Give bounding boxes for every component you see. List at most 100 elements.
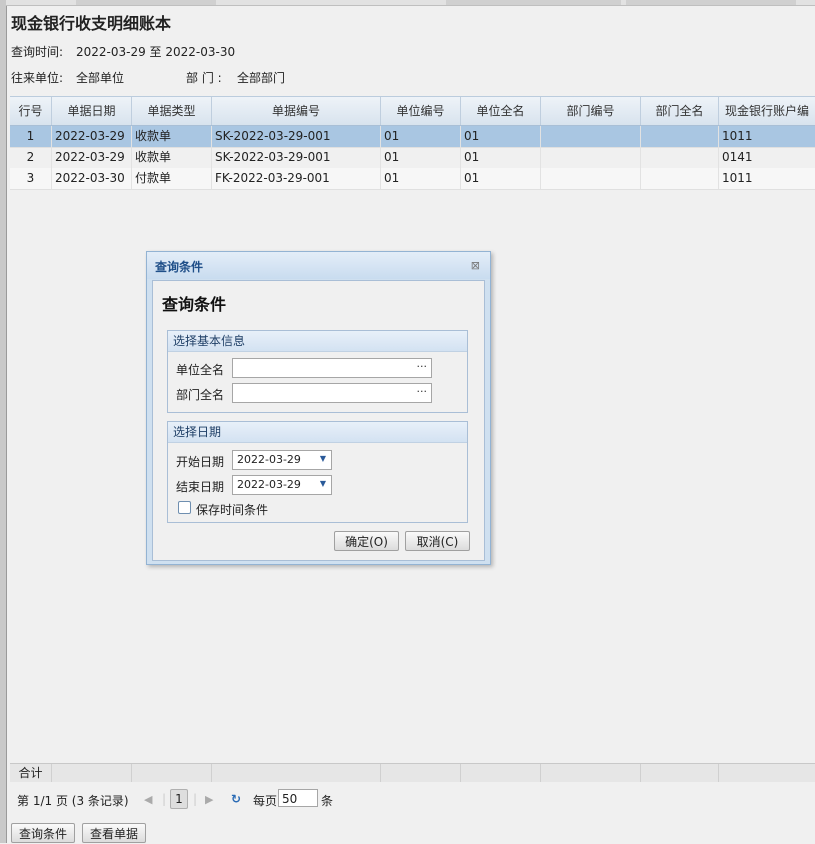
dept-name-input[interactable]: ··· <box>232 383 432 403</box>
pager: 第 1/1 页 (3 条记录) ◀ | 1 | ▶ ↻ 每页 50 条 <box>10 786 815 814</box>
cell-dept-code <box>541 168 641 189</box>
unit-name-input[interactable]: ··· <box>232 358 432 378</box>
cell-doc-date: 2022-03-30 <box>52 168 132 189</box>
cell-doc-date: 2022-03-29 <box>52 147 132 168</box>
sum-cell <box>212 764 381 782</box>
sum-cell <box>381 764 461 782</box>
header-doc-date[interactable]: 单据日期 <box>52 97 132 125</box>
cell-row-number: 1 <box>10 126 52 147</box>
end-date-picker[interactable]: 2022-03-29 ▼ <box>232 475 332 495</box>
start-date-value: 2022-03-29 <box>237 453 301 466</box>
cell-doc-type: 收款单 <box>132 126 212 147</box>
sum-cell <box>52 764 132 782</box>
more-icon[interactable]: ··· <box>417 385 428 398</box>
save-time-checkbox[interactable] <box>178 501 191 514</box>
tab-2[interactable] <box>446 0 621 5</box>
more-icon[interactable]: ··· <box>417 360 428 373</box>
first-page-icon[interactable]: ◀ <box>144 793 152 806</box>
cell-doc-number: SK-2022-03-29-001 <box>212 147 381 168</box>
dept-name-label: 部门全名 <box>176 388 225 402</box>
dialog-heading: 查询条件 <box>162 295 227 314</box>
tab-1[interactable] <box>76 0 216 5</box>
top-tab-strip <box>6 0 815 6</box>
sum-cell <box>541 764 641 782</box>
header-unit-name[interactable]: 单位全名 <box>461 97 541 125</box>
cell-dept-code <box>541 126 641 147</box>
cell-dept-code <box>541 147 641 168</box>
cell-row-number: 2 <box>10 147 52 168</box>
sum-label: 合计 <box>10 764 52 782</box>
query-dialog: 查询条件 ⊠ 查询条件 选择基本信息 单位全名 ··· 部门全名 ··· 选择日… <box>146 251 491 565</box>
unit-label: 往来单位: <box>11 71 64 85</box>
cell-account: 1011 <box>722 129 753 143</box>
cell-doc-date: 2022-03-29 <box>52 126 132 147</box>
cell-account: 1011 <box>722 171 753 185</box>
save-time-label: 保存时间条件 <box>196 503 269 517</box>
cell-unit-code: 01 <box>381 126 461 147</box>
header-dept-name[interactable]: 部门全名 <box>641 97 719 125</box>
separator: | <box>193 792 198 806</box>
header-unit-code[interactable]: 单位编号 <box>381 97 461 125</box>
cell-dept-name <box>641 168 719 189</box>
cell-account: 0141 <box>722 150 753 164</box>
header-doc-type[interactable]: 单据类型 <box>132 97 212 125</box>
chevron-down-icon[interactable]: ▼ <box>320 479 326 488</box>
cell-dept-name <box>641 126 719 147</box>
cell-row-number: 3 <box>10 168 52 189</box>
start-date-label: 开始日期 <box>176 455 225 469</box>
query-time-value: 2022-03-29 至 2022-03-30 <box>76 45 236 59</box>
cell-dept-name <box>641 147 719 168</box>
per-page-input[interactable]: 50 <box>278 789 318 807</box>
cell-doc-number: FK-2022-03-29-001 <box>212 168 381 189</box>
separator: | <box>162 792 167 806</box>
next-page-icon[interactable]: ▶ <box>205 793 213 806</box>
header-account[interactable]: 现金银行账户编 <box>719 97 815 125</box>
cell-unit-name: 01 <box>461 126 541 147</box>
refresh-icon[interactable]: ↻ <box>231 792 241 806</box>
sum-row: 合计 <box>10 763 815 782</box>
sum-cell <box>641 764 719 782</box>
sum-cell <box>132 764 212 782</box>
end-date-value: 2022-03-29 <box>237 478 301 491</box>
grid-header: 行号 单据日期 单据类型 单据编号 单位编号 单位全名 部门编号 部门全名 现金… <box>10 97 815 126</box>
cell-doc-number: SK-2022-03-29-001 <box>212 126 381 147</box>
per-page-unit: 条 <box>321 794 334 808</box>
cell-unit-code: 01 <box>381 147 461 168</box>
date-section-title: 选择日期 <box>168 422 467 443</box>
query-time-label: 查询时间: <box>11 45 64 59</box>
cancel-button[interactable]: 取消(C) <box>405 531 470 551</box>
window-left-border <box>0 0 7 843</box>
cell-doc-type: 收款单 <box>132 147 212 168</box>
dialog-title-bar[interactable]: 查询条件 ⊠ <box>147 252 490 279</box>
unit-value: 全部单位 <box>76 71 125 85</box>
table-row[interactable]: 1 2022-03-29 收款单 SK-2022-03-29-001 01 01… <box>10 126 815 148</box>
header-dept-code[interactable]: 部门编号 <box>541 97 641 125</box>
page-info: 第 1/1 页 (3 条记录) <box>17 794 129 808</box>
cell-doc-type: 付款单 <box>132 168 212 189</box>
header-row-number[interactable]: 行号 <box>10 97 52 125</box>
end-date-label: 结束日期 <box>176 480 225 494</box>
view-document-button[interactable]: 查看单据 <box>82 823 146 843</box>
date-fieldset: 选择日期 开始日期 2022-03-29 ▼ 结束日期 2022-03-29 ▼… <box>167 421 468 523</box>
query-conditions-button[interactable]: 查询条件 <box>11 823 75 843</box>
table-row[interactable]: 2 2022-03-29 收款单 SK-2022-03-29-001 01 01… <box>10 147 815 169</box>
per-page-label: 每页 <box>253 794 278 808</box>
cell-unit-name: 01 <box>461 147 541 168</box>
start-date-picker[interactable]: 2022-03-29 ▼ <box>232 450 332 470</box>
dept-value: 全部部门 <box>237 71 286 85</box>
close-icon[interactable]: ⊠ <box>471 259 480 272</box>
header-doc-number[interactable]: 单据编号 <box>212 97 381 125</box>
tab-3[interactable] <box>626 0 796 5</box>
basic-info-section-title: 选择基本信息 <box>168 331 467 352</box>
dialog-body: 查询条件 选择基本信息 单位全名 ··· 部门全名 ··· 选择日期 开始日期 … <box>152 280 485 561</box>
unit-name-label: 单位全名 <box>176 363 225 377</box>
table-row[interactable]: 3 2022-03-30 付款单 FK-2022-03-29-001 01 01… <box>10 168 815 190</box>
cell-unit-name: 01 <box>461 168 541 189</box>
cell-unit-code: 01 <box>381 168 461 189</box>
ok-button[interactable]: 确定(O) <box>334 531 399 551</box>
current-page-button[interactable]: 1 <box>170 789 188 809</box>
dept-label: 部 门 : <box>186 71 222 85</box>
chevron-down-icon[interactable]: ▼ <box>320 454 326 463</box>
dialog-title: 查询条件 <box>155 260 204 274</box>
page-title: 现金银行收支明细账本 <box>11 14 172 33</box>
